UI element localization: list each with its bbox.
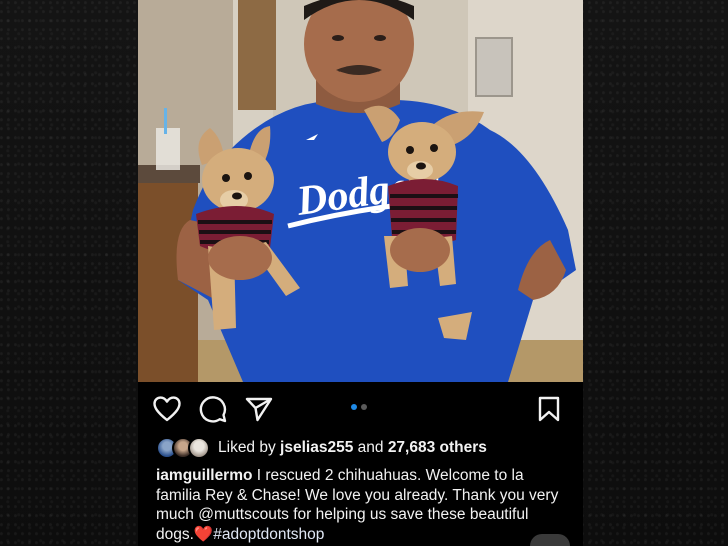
liked-by-user-link[interactable]: jselias255 [280, 439, 353, 457]
post-caption: iamguillermo I rescued 2 chihuahuas. Wel… [156, 466, 566, 544]
comment-button[interactable] [198, 394, 228, 424]
likes-summary: Liked by jselias255 and 27,683 others [156, 436, 576, 460]
photo-illustration: Dodgers [138, 0, 583, 382]
post-photo[interactable]: Dodgers [138, 0, 583, 382]
hashtag-link[interactable]: #adoptdontshop [213, 526, 324, 543]
liked-by-prefix: Liked by [218, 439, 276, 456]
carousel-dot [361, 404, 367, 410]
more-options-bubble[interactable] [530, 534, 570, 546]
avatar[interactable] [188, 437, 210, 459]
share-button[interactable] [244, 394, 274, 424]
carousel-indicator [351, 404, 367, 410]
instagram-post: Dodgers Liked by jselias255 and 27,683 o… [138, 0, 583, 546]
caption-username-link[interactable]: iamguillermo [156, 467, 252, 484]
comment-icon [199, 396, 227, 423]
heart-outline-icon [153, 396, 181, 422]
save-button[interactable] [534, 394, 564, 424]
red-heart-emoji: ❤️ [193, 525, 214, 543]
liked-by-and: and [357, 439, 384, 456]
liker-avatars [156, 437, 210, 459]
likes-count-link[interactable]: 27,683 others [388, 439, 487, 457]
post-actions-bar [138, 386, 583, 432]
bookmark-icon [538, 396, 560, 422]
paper-plane-icon [245, 397, 273, 422]
like-button[interactable] [152, 394, 182, 424]
carousel-dot-active [351, 404, 357, 410]
